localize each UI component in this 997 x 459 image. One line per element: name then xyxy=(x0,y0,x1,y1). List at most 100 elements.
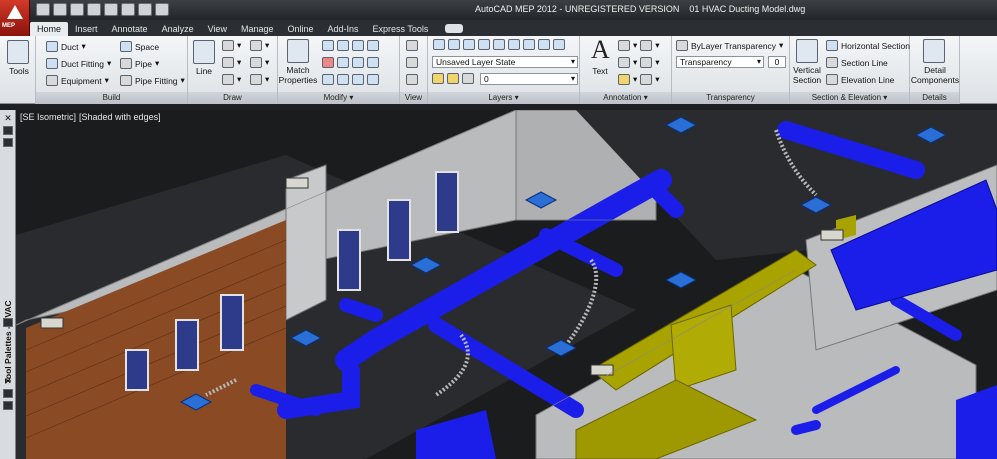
match-label-1: Match xyxy=(286,65,310,75)
application-menu-button[interactable]: MEP xyxy=(0,0,30,36)
tab-express-tools[interactable]: Express Tools xyxy=(366,22,436,36)
match-properties-icon[interactable] xyxy=(287,39,309,63)
tab-view[interactable]: View xyxy=(201,22,234,36)
duct-button[interactable]: Duct ▾ xyxy=(46,41,86,52)
ellipse-button[interactable]: ▾ xyxy=(250,57,269,68)
palette-close-icon[interactable]: ✕ xyxy=(3,113,13,123)
draw-panel-label[interactable]: Draw xyxy=(188,92,277,104)
section-label-text: Section & Elevation xyxy=(811,93,882,102)
visual-style-control[interactable]: [Shaded with edges] xyxy=(79,112,161,122)
ribbon-minimize-button[interactable] xyxy=(445,24,464,33)
space-button[interactable]: Space xyxy=(120,41,159,52)
build-panel-label[interactable]: Build xyxy=(36,92,187,104)
layer-merge-icon[interactable] xyxy=(553,39,565,50)
layer-walk-icon[interactable] xyxy=(538,39,550,50)
section-line-button[interactable]: Section Line xyxy=(826,57,888,68)
layer-match-icon[interactable] xyxy=(508,39,520,50)
annotation-panel-label[interactable]: Annotation ▾ xyxy=(580,92,671,104)
palette2-close-icon[interactable]: ✕ xyxy=(3,376,13,386)
branch-left xyxy=(339,298,383,322)
layer-properties-icon[interactable] xyxy=(433,39,445,50)
pipe-button[interactable]: Pipe ▾ xyxy=(120,58,159,69)
transparency-value-input[interactable]: 0 xyxy=(768,56,786,68)
layer-thaw-icon[interactable] xyxy=(447,73,459,84)
drawing-viewport[interactable] xyxy=(16,110,997,459)
qat-dropdown-icon[interactable] xyxy=(155,3,169,16)
text-icon[interactable]: A xyxy=(591,35,610,65)
move-icon xyxy=(322,40,334,51)
elevation-line-button[interactable]: Elevation Line xyxy=(826,74,894,85)
multileader-button[interactable]: ▾ ▾ xyxy=(618,57,660,68)
layer-state-dropdown[interactable]: Unsaved Layer State xyxy=(432,56,578,68)
palette-title[interactable]: Tool Palettes - HVAC xyxy=(0,285,16,405)
line-icon[interactable] xyxy=(193,40,215,64)
leader-icon xyxy=(640,40,653,51)
hatch-button[interactable]: ▾ xyxy=(250,74,269,85)
viewports-button[interactable] xyxy=(406,74,418,85)
tab-home[interactable]: Home xyxy=(30,22,69,36)
tab-add-ins[interactable]: Add-Ins xyxy=(321,22,366,36)
point-button[interactable]: ▾ xyxy=(250,40,269,51)
modify-panel: Match Properties Modify ▾ xyxy=(278,36,400,104)
tab-analyze[interactable]: Analyze xyxy=(155,22,201,36)
mirror-icon xyxy=(337,57,349,68)
copy-icon xyxy=(322,57,334,68)
new-file-icon[interactable] xyxy=(36,3,50,16)
palette2-autohide-icon[interactable] xyxy=(3,389,13,398)
tab-insert[interactable]: Insert xyxy=(68,22,105,36)
save-icon[interactable] xyxy=(70,3,84,16)
circle-button[interactable]: ▾ xyxy=(222,57,241,68)
dimension-button[interactable]: ▾ ▾ xyxy=(618,40,660,51)
palette-properties-icon[interactable] xyxy=(3,138,13,147)
layers-panel-label[interactable]: Layers ▾ xyxy=(428,92,579,104)
open-file-icon[interactable] xyxy=(53,3,67,16)
current-layer-dropdown[interactable]: 0 xyxy=(480,73,578,85)
viewports-icon xyxy=(406,74,418,85)
redo-icon[interactable] xyxy=(121,3,135,16)
tools-icon[interactable] xyxy=(7,40,29,64)
palette-scroll-icon[interactable] xyxy=(3,318,13,327)
duct-fitting-button[interactable]: Duct Fitting ▾ xyxy=(46,58,111,69)
layer-lock-icon[interactable] xyxy=(493,39,505,50)
horizontal-section-button[interactable]: Horizontal Section xyxy=(826,40,910,51)
pipe-fitting-button[interactable]: Pipe Fitting ▾ xyxy=(120,75,185,86)
tab-online[interactable]: Online xyxy=(280,22,320,36)
vertical-section-icon[interactable] xyxy=(796,39,818,63)
layer-previous-icon[interactable] xyxy=(523,39,535,50)
table-button[interactable]: ▾ ▾ xyxy=(618,74,660,85)
view-panel-label[interactable]: View xyxy=(400,92,427,104)
viewport-controls: [SE Isometric] [Shaded with edges] xyxy=(20,112,164,122)
print-icon[interactable] xyxy=(87,3,101,16)
copy-button[interactable] xyxy=(322,57,379,68)
title-bar: AutoCAD MEP 2012 - UNREGISTERED VERSION … xyxy=(0,0,997,20)
view-preset-control[interactable]: [SE Isometric] xyxy=(20,112,76,122)
view-cube-button[interactable] xyxy=(406,40,418,51)
tab-annotate[interactable]: Annotate xyxy=(105,22,155,36)
polyline-button[interactable]: ▾ xyxy=(222,40,241,51)
rectangle-button[interactable]: ▾ xyxy=(222,74,241,85)
tools-panel: Tools xyxy=(0,36,36,104)
app-title: AutoCAD MEP 2012 - UNREGISTERED VERSION xyxy=(475,4,680,14)
palette2-properties-icon[interactable] xyxy=(3,401,13,410)
transparency-field[interactable]: Transparency xyxy=(676,56,764,68)
layer-color-icon[interactable] xyxy=(462,73,474,84)
layer-off-icon[interactable] xyxy=(463,39,475,50)
project-navigator-icon[interactable] xyxy=(138,3,152,16)
layer-freeze-icon[interactable] xyxy=(478,39,490,50)
layer-on-icon[interactable] xyxy=(432,73,444,84)
tab-manage[interactable]: Manage xyxy=(234,22,281,36)
pipe-fitting-icon xyxy=(120,75,132,86)
modify-panel-label[interactable]: Modify ▾ xyxy=(278,92,399,104)
layer-isolate-icon[interactable] xyxy=(448,39,460,50)
stretch-button[interactable] xyxy=(322,74,379,85)
visual-style-button[interactable] xyxy=(406,57,418,68)
palette-autohide-icon[interactable] xyxy=(3,126,13,135)
explode-icon xyxy=(352,74,364,85)
undo-icon[interactable] xyxy=(104,3,118,16)
section-panel-label[interactable]: Section & Elevation ▾ xyxy=(790,92,909,104)
move-button[interactable] xyxy=(322,40,379,51)
bylayer-transparency-dropdown[interactable]: ByLayer Transparency ▾ xyxy=(676,40,783,51)
detail-components-icon[interactable] xyxy=(923,39,945,63)
equipment-button[interactable]: Equipment ▾ xyxy=(46,75,109,86)
text-label: Text xyxy=(592,66,608,76)
